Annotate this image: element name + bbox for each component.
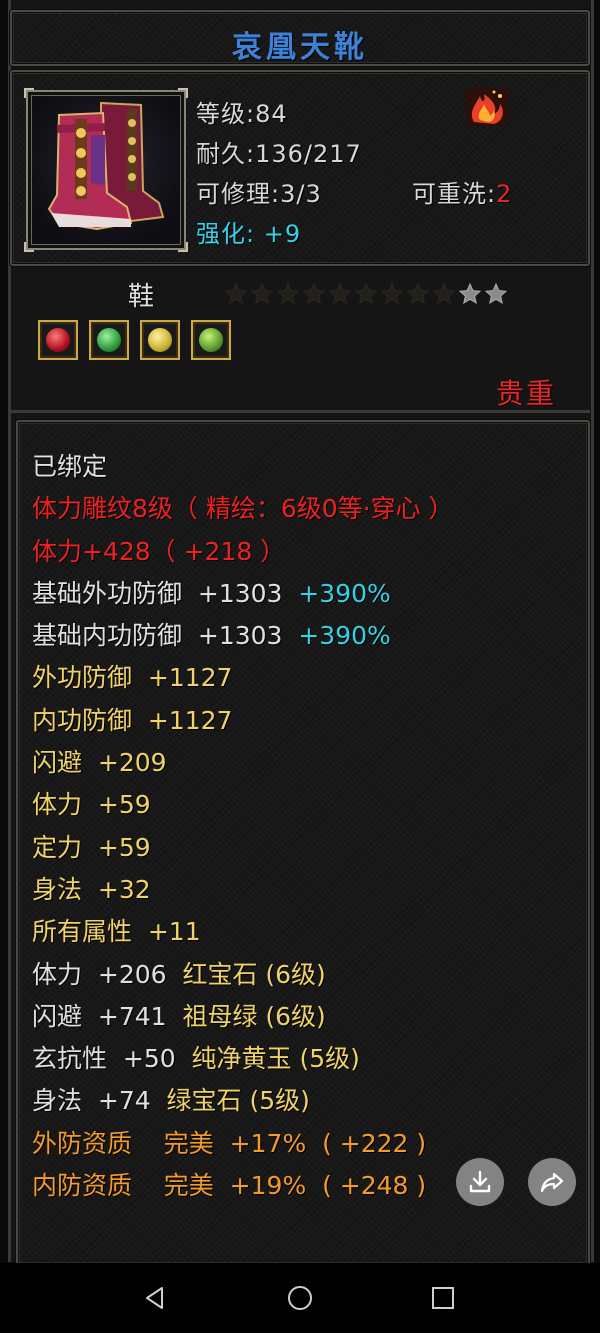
item-name: 哀凰天靴 [232,30,368,65]
attribute-text: 体力 +59 [32,790,151,820]
attribute-text: 基础外功防御 +1303 [32,578,299,608]
star-rating [224,282,510,312]
attribute-text: 体力+428（ +218 ） [32,536,286,566]
download-icon [469,1170,491,1193]
attribute-line: 身法 +74 绿宝石 (5级) [32,1080,454,1122]
fire-element-icon [466,88,508,126]
attribute-text: 内功防御 +1127 [32,705,233,735]
attribute-line: 定力 +59 [32,827,454,869]
attribute-text: 所有属性 +11 [32,917,201,947]
recent-apps-icon[interactable] [430,1285,456,1311]
attribute-text: 体力 +206 [32,959,183,989]
attribute-line: 所有属性 +11 [32,911,454,953]
attribute-text: 基础内功防御 +1303 [32,621,299,651]
attribute-text: 绿宝石 (5级) [166,1086,310,1116]
item-rewash: 可重洗:2 [412,174,512,209]
item-info-box: 等级:84 耐久:136/217 可修理:3/3 可重洗:2 强化: +9 [10,70,590,266]
download-button[interactable] [456,1158,504,1206]
item-enhance: 强化: +9 [196,214,301,249]
rewash-label: 可重洗: [412,180,497,208]
star-empty-icon [276,282,300,305]
item-icon [24,88,188,252]
attribute-line: 内防资质 完美 +19% ( +248 ) [32,1165,454,1207]
attribute-text: +390% [298,621,391,651]
share-icon [540,1172,564,1193]
back-icon[interactable] [142,1285,168,1311]
enhance-label: 强化: [196,220,256,248]
attribute-line: 基础外功防御 +1303 +390% [32,573,454,615]
star-empty-icon [302,282,326,305]
enhance-value: +9 [263,220,302,248]
star-empty-icon [380,282,404,305]
attribute-text: 体力雕纹8级（ 精绘：6级0等·穿心 ） [32,494,454,524]
star-filled-icon [484,282,508,305]
rewash-value: 2 [496,180,513,208]
star-filled-icon [458,282,482,305]
attribute-text: 祖母绿 (6级) [182,1001,326,1031]
attribute-line: 身法 +32 [32,869,454,911]
item-repair: 可修理:3/3 [196,180,322,208]
socketed-gems [38,320,237,364]
star-empty-icon [224,282,248,305]
attribute-text: 外功防御 +1127 [32,663,233,693]
star-empty-icon [250,282,274,305]
attribute-list: 已绑定体力雕纹8级（ 精绘：6级0等·穿心 ） 体力+428（ +218 ） 基础外… [32,446,454,1207]
attribute-line: 已绑定 [32,446,454,488]
item-durability: 耐久:136/217 [196,140,362,168]
item-type: 鞋 [128,282,155,312]
attribute-line: 体力雕纹8级（ 精绘：6级0等·穿心 ） [32,488,454,530]
attribute-text: 闪避 +209 [32,748,167,778]
share-button[interactable] [528,1158,576,1206]
emerald-gem-icon [89,320,130,360]
attribute-line: 基础内功防御 +1303 +390% [32,615,454,657]
home-icon[interactable] [287,1285,313,1311]
attribute-text: 已绑定 [32,452,108,481]
attribute-text: 纯净黄玉 (5级) [191,1044,360,1074]
item-summary-section: 鞋 贵重 [10,268,590,412]
attribute-line: 外功防御 +1127 [32,657,454,699]
item-level: 等级:84 [196,100,288,128]
ruby-gem-icon [38,320,78,360]
green-gem-icon [191,320,232,360]
star-empty-icon [354,282,378,305]
attribute-text: 外防资质 完美 +17% ( +222 ) [32,1128,427,1158]
item-rarity: 贵重 [495,377,556,410]
attribute-line: 体力+428（ +218 ） [32,531,454,573]
attribute-text: 身法 +74 [32,1086,167,1116]
attribute-text: 内防资质 完美 +19% ( +248 ) [32,1171,427,1201]
attribute-text: 身法 +32 [32,874,151,904]
attribute-line: 闪避 +741 祖母绿 (6级) [32,996,454,1038]
boots-icon [47,101,165,231]
attribute-line: 内功防御 +1127 [32,700,454,742]
item-attributes-box: 已绑定体力雕纹8级（ 精绘：6级0等·穿心 ） 体力+428（ +218 ） 基础外… [16,420,590,1266]
item-title-bar: 哀凰天靴 [10,10,590,66]
attribute-line: 体力 +206 红宝石 (6级) [32,954,454,996]
attribute-line: 体力 +59 [32,784,454,826]
star-empty-icon [406,282,430,305]
attribute-line: 外防资质 完美 +17% ( +222 ) [32,1123,454,1165]
star-empty-icon [432,282,456,305]
attribute-text: 闪避 +741 [32,1001,183,1031]
attribute-line: 玄抗性 +50 纯净黄玉 (5级) [32,1038,454,1080]
attribute-text: 玄抗性 +50 [32,1044,192,1074]
attribute-line: 闪避 +209 [32,742,454,784]
attribute-text: +390% [298,578,391,608]
attribute-text: 定力 +59 [32,832,151,862]
star-empty-icon [328,282,352,305]
topaz-gem-icon [140,320,181,360]
section-divider [10,410,590,413]
attribute-text: 红宝石 (6级) [182,959,326,989]
system-navigation-bar [0,1263,600,1333]
